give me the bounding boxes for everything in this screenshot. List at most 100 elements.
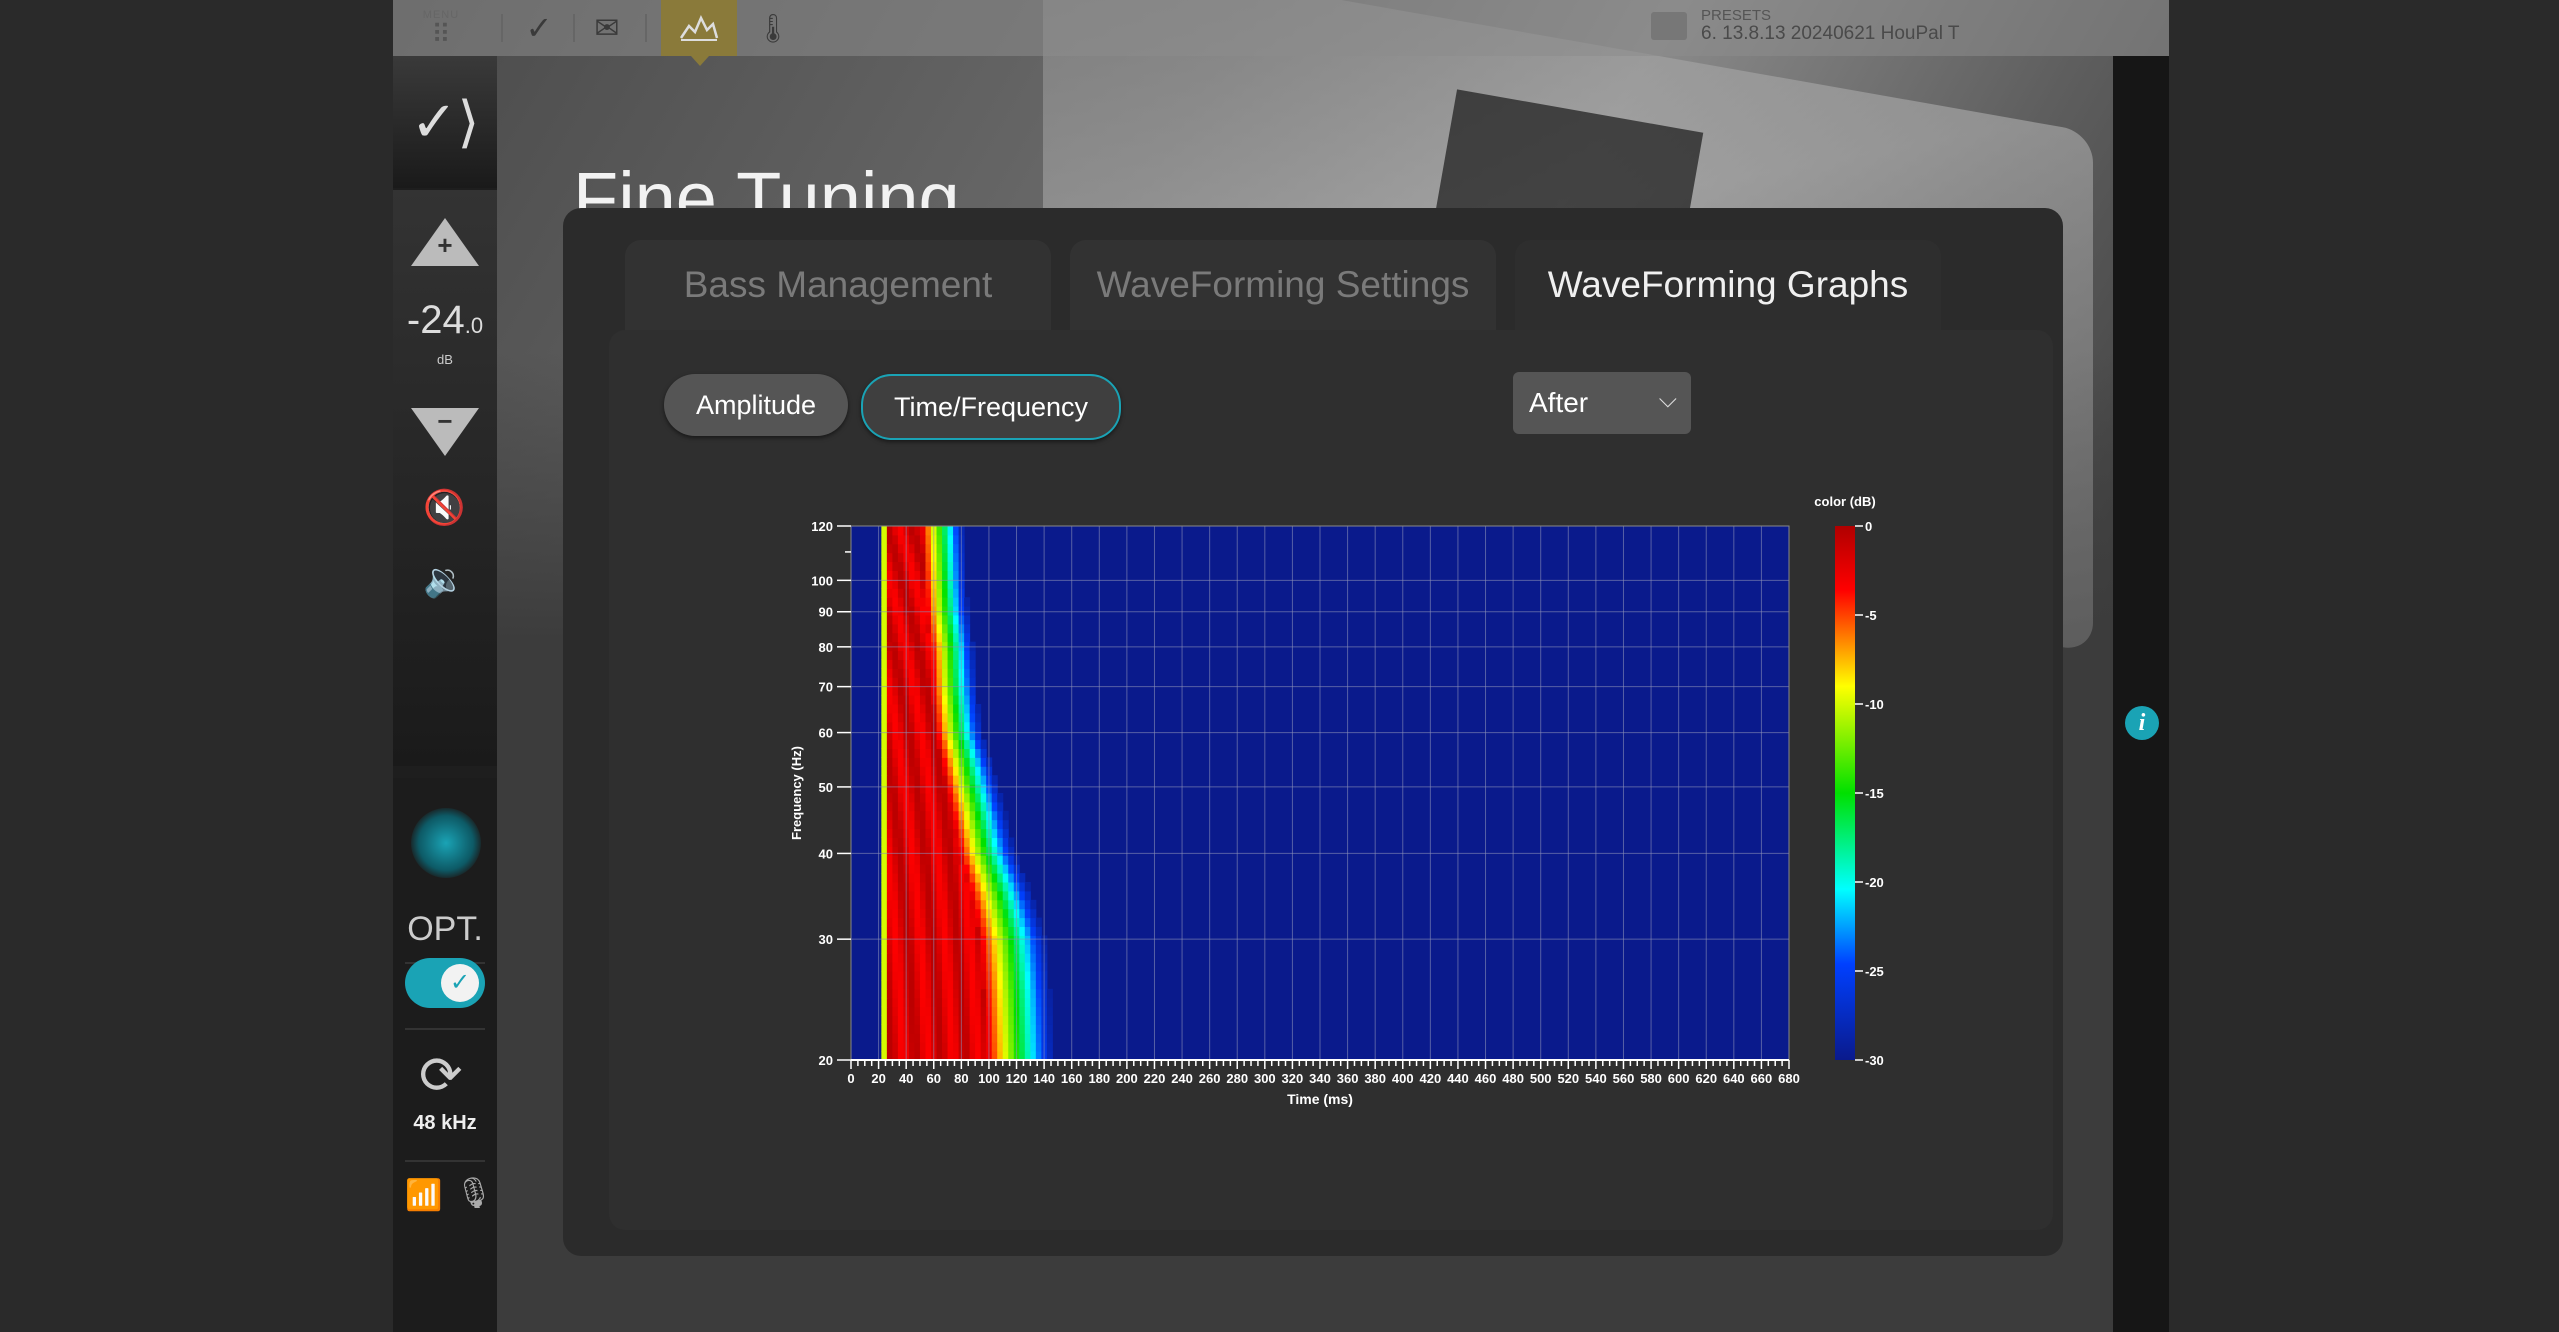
tab-waveforming-graphs[interactable]: WaveForming Graphs [1515, 240, 1941, 330]
heatmap-cell [919, 837, 926, 847]
heatmap-cell [1030, 979, 1037, 990]
heatmap-cell [936, 819, 943, 830]
graph-glyph [679, 15, 719, 41]
heatmap-cell [908, 988, 915, 999]
heatmap-cell [914, 1024, 921, 1034]
heatmap-cell [881, 615, 888, 625]
heatmap-cell [1008, 962, 1015, 972]
heatmap-cell [1019, 882, 1026, 892]
tab-waveforming-settings[interactable]: WaveForming Settings [1070, 240, 1496, 330]
heatmap-cell [925, 962, 932, 972]
heatmap-cell [947, 979, 954, 990]
heatmap-cell [975, 944, 982, 954]
plus-icon: + [437, 230, 453, 260]
heatmap-cell [886, 1015, 893, 1025]
sidebar-status: OPT. ✓ ⟳ 48 kHz 📶 🎙 [393, 778, 497, 1332]
heatmap-cell [881, 1015, 888, 1025]
heatmap-cell [936, 775, 943, 785]
heatmap-cell [908, 668, 915, 678]
heatmap-cell [975, 899, 982, 910]
volume-down-button[interactable]: − [411, 406, 479, 456]
heatmap-cell [969, 784, 976, 794]
mute-icon[interactable]: 🔇 [423, 488, 465, 528]
toolbar-divider [501, 14, 503, 42]
volume-step-icon[interactable]: 🔉 [423, 560, 465, 600]
heatmap-cell [991, 908, 998, 919]
heatmap-cell [886, 971, 893, 981]
heatmap-cell [919, 882, 926, 892]
heatmap-cell [1002, 953, 1009, 963]
time-frequency-button[interactable]: Time/Frequency [861, 374, 1121, 440]
graph-icon[interactable] [661, 0, 737, 66]
heatmap-cell [925, 1024, 932, 1034]
heatmap-cell [1030, 953, 1037, 963]
heatmap-cell [953, 757, 960, 767]
heatmap-cell [925, 1042, 932, 1052]
heatmap-cell [897, 597, 904, 607]
heatmap-cell [881, 534, 888, 545]
heatmap-cell [892, 1006, 899, 1016]
heatmap-cell [914, 677, 921, 687]
heatmap-cell [914, 632, 921, 643]
input-source-icon[interactable] [411, 808, 481, 878]
check-icon[interactable]: ✓ [515, 0, 563, 56]
heatmap-cell [964, 864, 971, 874]
heatmap-cell [897, 775, 904, 785]
heatmap-cell [1024, 944, 1031, 954]
logo[interactable]: ✓⟩ [393, 56, 497, 188]
heatmap-cell [953, 882, 960, 892]
heatmap-cell [969, 810, 976, 821]
volume-panel: + -24.0 dB − 🔇 🔉 [393, 190, 497, 766]
mail-icon[interactable]: ✉ [583, 0, 631, 56]
heatmap-cell [936, 864, 943, 874]
heatmap-cell [892, 650, 899, 660]
heatmap-cell [925, 650, 932, 660]
optimizer-toggle[interactable]: ✓ [405, 958, 485, 1008]
heatmap-cell [908, 677, 915, 687]
heatmap-cell [1024, 882, 1031, 892]
heatmap-cell [925, 801, 932, 812]
heatmap-cell [908, 926, 915, 936]
heatmap-cell [947, 686, 954, 696]
heatmap-cell [942, 819, 949, 830]
heatmap-cell [997, 988, 1004, 999]
heatmap-cell [991, 971, 998, 981]
heatmap-cell [886, 766, 893, 776]
heatmap-cell [925, 979, 932, 990]
tab-bass-management[interactable]: Bass Management [625, 240, 1051, 330]
menu-button[interactable]: MENU ⠿ [411, 0, 471, 56]
heatmap-cell [897, 882, 904, 892]
heatmap-cell [947, 543, 954, 554]
heatmap-cell [969, 935, 976, 945]
heatmap-cell [936, 766, 943, 776]
heatmap-cell [936, 810, 943, 821]
heatmap-cell [892, 1033, 899, 1043]
heatmap-cell [881, 659, 888, 669]
heatmap-cell [942, 757, 949, 767]
heatmap-cell [936, 650, 943, 660]
heatmap-cell [975, 793, 982, 803]
heatmap-cell [892, 988, 899, 999]
heatmap-cell [942, 739, 949, 749]
heatmap-cell [897, 784, 904, 794]
heatmap-cell [953, 890, 960, 901]
tool-icon[interactable]: 🌡 [753, 0, 793, 56]
heatmap-cell [997, 793, 1004, 803]
heatmap-cell [897, 1042, 904, 1052]
heatmap-cell [914, 793, 921, 803]
heatmap-cell [914, 1015, 921, 1025]
heatmap-cell [969, 1006, 976, 1016]
info-icon[interactable]: i [2125, 706, 2159, 740]
heatmap-cell [947, 668, 954, 678]
heatmap-cell [908, 597, 915, 607]
amplitude-button[interactable]: Amplitude [664, 374, 848, 436]
heatmap-cell [897, 908, 904, 919]
presets-selector[interactable]: PRESETS 6. 13.8.13 20240621 HouPal T [1651, 8, 1959, 44]
heatmap-cell [942, 650, 949, 660]
before-after-select[interactable]: After ⌵ [1513, 372, 1691, 434]
heatmap-cell [908, 757, 915, 767]
volume-up-button[interactable]: + [411, 218, 479, 266]
heatmap-cell [947, 704, 954, 714]
x-tick-label: 520 [1557, 1071, 1579, 1086]
x-tick-label: 100 [978, 1071, 1000, 1086]
